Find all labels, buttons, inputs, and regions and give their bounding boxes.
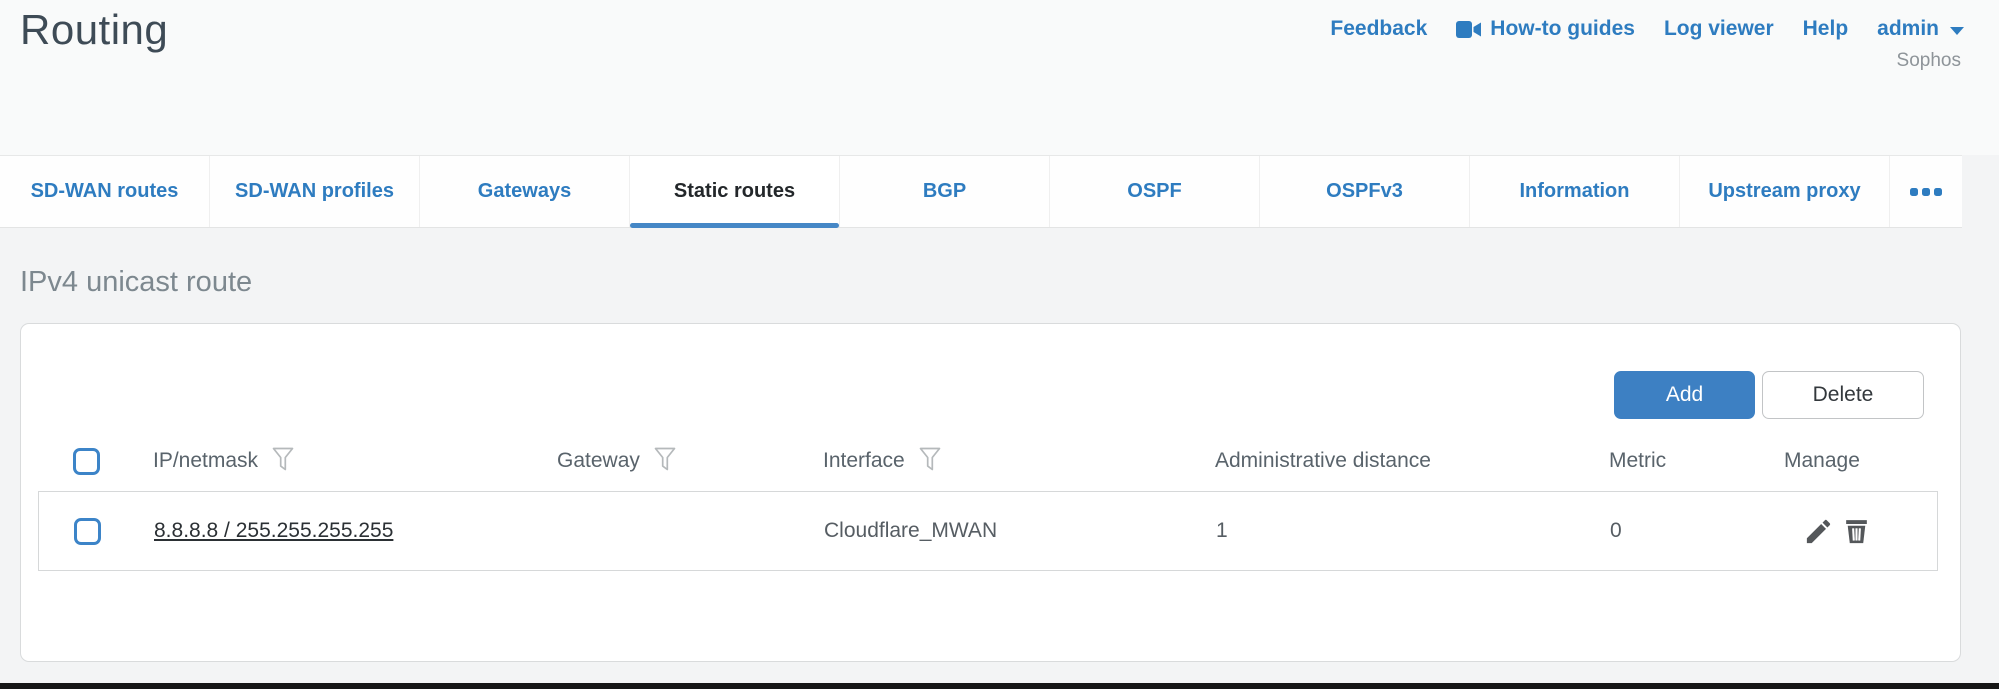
tab-ospf[interactable]: OSPF — [1050, 156, 1260, 227]
log-viewer-label: Log viewer — [1664, 17, 1774, 41]
help-label: Help — [1803, 17, 1849, 41]
route-admin-distance-value: 1 — [1216, 519, 1228, 543]
delete-button[interactable]: Delete — [1762, 371, 1924, 419]
top-navigation: Feedback How-to guides Log viewer Help a… — [1330, 17, 1964, 41]
trash-icon[interactable] — [1841, 516, 1872, 547]
page-title: Routing — [20, 6, 168, 54]
howto-guides-label: How-to guides — [1490, 17, 1635, 41]
chevron-down-icon — [1950, 27, 1964, 35]
filter-icon[interactable] — [654, 447, 676, 478]
section-heading: IPv4 unicast route — [20, 266, 252, 299]
add-button[interactable]: Add — [1614, 371, 1755, 419]
column-header-admin-distance: Administrative distance — [1215, 449, 1431, 473]
filter-icon[interactable] — [272, 447, 294, 478]
tab-ospfv3[interactable]: OSPFv3 — [1260, 156, 1470, 227]
column-header-metric: Metric — [1609, 449, 1666, 473]
column-header-interface: Interface — [823, 449, 905, 473]
edit-pencil-icon[interactable] — [1803, 516, 1834, 547]
route-ip-netmask-link[interactable]: 8.8.8.8 / 255.255.255.255 — [154, 519, 393, 543]
tab-gateways[interactable]: Gateways — [420, 156, 630, 227]
column-header-gateway: Gateway — [557, 449, 640, 473]
feedback-label: Feedback — [1330, 17, 1427, 41]
tab-bgp[interactable]: BGP — [840, 156, 1050, 227]
log-viewer-link[interactable]: Log viewer — [1664, 17, 1774, 41]
column-header-manage: Manage — [1784, 449, 1860, 473]
tab-static-routes[interactable]: Static routes — [630, 156, 840, 227]
tab-sdwan-routes[interactable]: SD-WAN routes — [0, 156, 210, 227]
window-bottom-edge — [0, 683, 1999, 689]
table-row: 8.8.8.8 / 255.255.255.255 Cloudflare_MWA… — [38, 491, 1938, 571]
ellipsis-icon — [1910, 188, 1918, 196]
ellipsis-icon — [1922, 188, 1930, 196]
admin-menu[interactable]: admin — [1877, 17, 1964, 41]
page-header: Routing Feedback How-to guides Log viewe… — [0, 0, 1999, 155]
table-header: IP/netmask Gateway Interface Administrat… — [38, 431, 1938, 491]
feedback-link[interactable]: Feedback — [1330, 17, 1427, 41]
admin-label: admin — [1877, 17, 1939, 41]
routes-card: Add Delete IP/netmask Gateway Interface … — [20, 323, 1961, 662]
tab-sdwan-profiles[interactable]: SD-WAN profiles — [210, 156, 420, 227]
brand-label: Sophos — [1897, 50, 1961, 72]
route-metric-value: 0 — [1610, 519, 1622, 543]
tab-information[interactable]: Information — [1470, 156, 1680, 227]
tab-upstream-proxy[interactable]: Upstream proxy — [1680, 156, 1890, 227]
column-header-ip-netmask: IP/netmask — [153, 449, 258, 473]
howto-guides-link[interactable]: How-to guides — [1456, 17, 1635, 41]
route-interface-value: Cloudflare_MWAN — [824, 519, 997, 543]
select-all-checkbox[interactable] — [73, 448, 100, 475]
video-camera-icon — [1456, 21, 1481, 38]
row-checkbox[interactable] — [74, 518, 101, 545]
filter-icon[interactable] — [919, 447, 941, 478]
ellipsis-icon — [1934, 188, 1942, 196]
tab-overflow-button[interactable] — [1890, 156, 1961, 227]
routing-tab-bar: SD-WAN routes SD-WAN profiles Gateways S… — [0, 155, 1962, 228]
help-link[interactable]: Help — [1803, 17, 1849, 41]
